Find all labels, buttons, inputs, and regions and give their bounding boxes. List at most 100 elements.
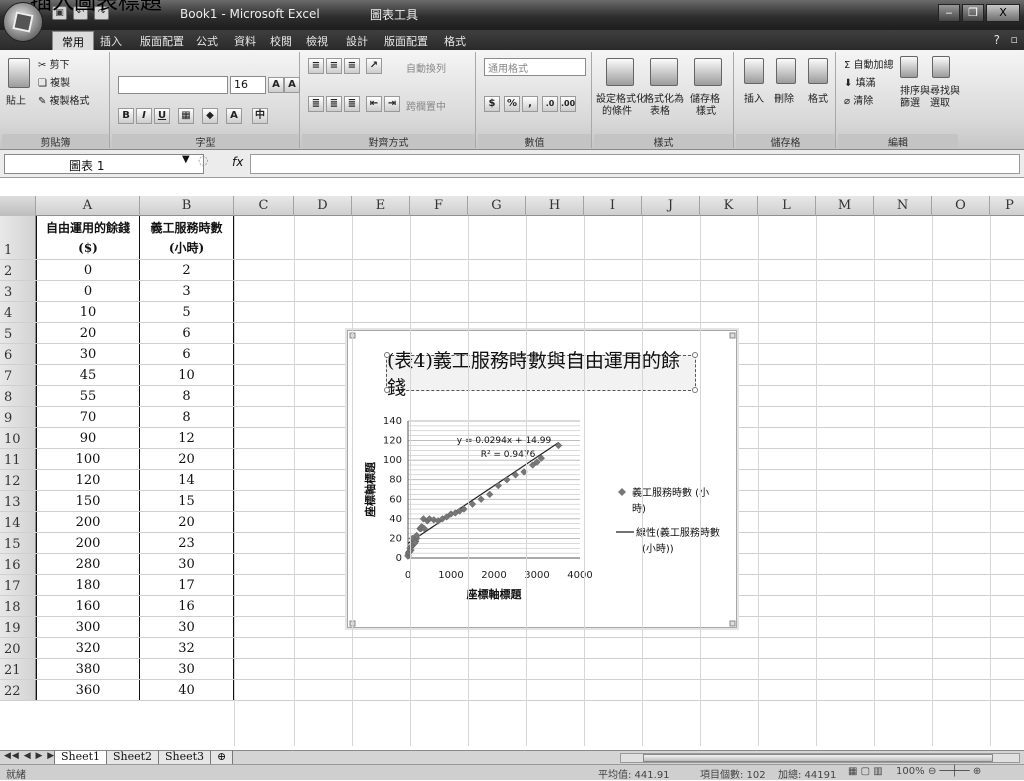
- office-button[interactable]: [3, 2, 43, 42]
- tab-view[interactable]: 檢視: [306, 33, 328, 49]
- row-number[interactable]: 7: [0, 365, 36, 385]
- fill-color-icon[interactable]: ◆: [202, 108, 218, 124]
- row-number[interactable]: 20: [0, 638, 36, 658]
- format-as-table-icon[interactable]: [650, 58, 678, 86]
- cell-b[interactable]: 20: [140, 449, 234, 469]
- tab-design[interactable]: 設計: [346, 33, 368, 49]
- cell-b[interactable]: 40: [140, 680, 234, 700]
- cell-b[interactable]: 8: [140, 386, 234, 406]
- cell-b[interactable]: 15: [140, 491, 234, 511]
- percent-button[interactable]: %: [504, 96, 520, 112]
- italic-button[interactable]: I: [136, 108, 152, 124]
- formula-cancel-icon[interactable]: ◌: [198, 153, 208, 167]
- cell-a[interactable]: 100: [36, 449, 140, 469]
- row-number[interactable]: 10: [0, 428, 36, 448]
- row-number[interactable]: 2: [0, 260, 36, 280]
- column-header[interactable]: O: [932, 196, 990, 216]
- tab-formulas[interactable]: 公式: [196, 33, 218, 49]
- insert-cells-icon[interactable]: [744, 58, 764, 84]
- delete-cells-icon[interactable]: [776, 58, 796, 84]
- tab-insert[interactable]: 插入: [100, 33, 122, 49]
- decrease-decimal-button[interactable]: .00: [560, 96, 576, 112]
- tab-page-layout[interactable]: 版面配置: [140, 33, 184, 49]
- row-number[interactable]: 5: [0, 323, 36, 343]
- header-cell-a[interactable]: 自由運用的餘錢 ($): [36, 216, 140, 259]
- conditional-format-label-2[interactable]: 的條件: [602, 102, 632, 117]
- format-cells-icon[interactable]: [808, 58, 828, 84]
- number-format-field[interactable]: 通用格式: [484, 58, 586, 76]
- row-number[interactable]: 21: [0, 659, 36, 679]
- cell-b[interactable]: 30: [140, 554, 234, 574]
- column-header[interactable]: E: [352, 196, 410, 216]
- cell-b[interactable]: 12: [140, 428, 234, 448]
- title-handle[interactable]: [384, 387, 390, 393]
- align-top-icon[interactable]: ≡: [308, 58, 324, 74]
- insert-sheet-icon[interactable]: ⊕: [210, 751, 234, 765]
- horizontal-scrollbar[interactable]: [620, 753, 1020, 763]
- delete-cells-label[interactable]: 刪除: [774, 90, 794, 105]
- cell-b[interactable]: 6: [140, 323, 234, 343]
- comma-button[interactable]: ,: [522, 96, 538, 112]
- orientation-icon[interactable]: ↗: [366, 58, 382, 74]
- paste-label[interactable]: 貼上: [6, 92, 26, 107]
- row-number[interactable]: 22: [0, 680, 36, 700]
- insert-cells-label[interactable]: 插入: [744, 90, 764, 105]
- increase-decimal-button[interactable]: .0: [542, 96, 558, 112]
- column-header[interactable]: J: [642, 196, 700, 216]
- row-number[interactable]: 17: [0, 575, 36, 595]
- autosum-button[interactable]: Σ 自動加總: [844, 56, 894, 71]
- formula-input[interactable]: [250, 154, 1020, 174]
- format-as-table-label-2[interactable]: 表格: [650, 102, 670, 117]
- row-number[interactable]: 19: [0, 617, 36, 637]
- font-name-field[interactable]: [118, 76, 228, 94]
- cell-b[interactable]: 17: [140, 575, 234, 595]
- sheet-tab[interactable]: Sheet1: [54, 751, 108, 765]
- column-header[interactable]: P: [990, 196, 1024, 216]
- tab-chart-layout[interactable]: 版面配置: [384, 33, 428, 49]
- restore-button[interactable]: ❐: [962, 4, 984, 22]
- scroll-thumb[interactable]: [643, 754, 993, 762]
- cell-styles-icon[interactable]: [694, 58, 722, 86]
- title-handle[interactable]: [384, 352, 390, 358]
- row-number[interactable]: 4: [0, 302, 36, 322]
- row-number[interactable]: 16: [0, 554, 36, 574]
- cell-a[interactable]: 160: [36, 596, 140, 616]
- merge-center-button[interactable]: 跨欄置中: [406, 98, 446, 113]
- find-select-label-2[interactable]: 選取: [930, 94, 950, 109]
- cell-b[interactable]: 8: [140, 407, 234, 427]
- column-header[interactable]: F: [410, 196, 468, 216]
- cell-b[interactable]: 10: [140, 365, 234, 385]
- wrap-text-button[interactable]: 自動換列: [406, 60, 446, 75]
- row-number[interactable]: 11: [0, 449, 36, 469]
- find-select-icon[interactable]: [932, 56, 950, 78]
- cell-a[interactable]: 280: [36, 554, 140, 574]
- cell-a[interactable]: 70: [36, 407, 140, 427]
- grow-font-button[interactable]: A: [268, 77, 284, 93]
- cell-a[interactable]: 0: [36, 281, 140, 301]
- zoom-level[interactable]: 100%: [896, 766, 925, 777]
- row-number[interactable]: 14: [0, 512, 36, 532]
- paste-icon[interactable]: [8, 58, 30, 88]
- name-box[interactable]: 圖表 1: [4, 154, 204, 174]
- clear-button[interactable]: ⌀ 清除: [844, 92, 873, 107]
- cell-a[interactable]: 20: [36, 323, 140, 343]
- cell-a[interactable]: 55: [36, 386, 140, 406]
- chart-title[interactable]: (表4)義工服務時數與自由運用的餘錢: [386, 350, 696, 399]
- currency-icon[interactable]: $: [484, 96, 500, 112]
- row-number[interactable]: 15: [0, 533, 36, 553]
- cell-a[interactable]: 0: [36, 260, 140, 280]
- row-number[interactable]: 8: [0, 386, 36, 406]
- column-header[interactable]: C: [234, 196, 294, 216]
- sort-filter-icon[interactable]: [900, 56, 918, 78]
- row-number[interactable]: 1: [0, 216, 36, 259]
- column-header[interactable]: H: [526, 196, 584, 216]
- sort-filter-label-2[interactable]: 篩選: [900, 94, 920, 109]
- font-size-field[interactable]: 16: [230, 76, 266, 94]
- cell-a[interactable]: 180: [36, 575, 140, 595]
- column-header[interactable]: L: [758, 196, 816, 216]
- cell-a[interactable]: 150: [36, 491, 140, 511]
- increase-indent-icon[interactable]: ⇥: [384, 96, 400, 112]
- align-bottom-icon[interactable]: ≡: [344, 58, 360, 74]
- align-right-icon[interactable]: ≣: [344, 96, 360, 112]
- shrink-font-button[interactable]: A: [284, 77, 300, 93]
